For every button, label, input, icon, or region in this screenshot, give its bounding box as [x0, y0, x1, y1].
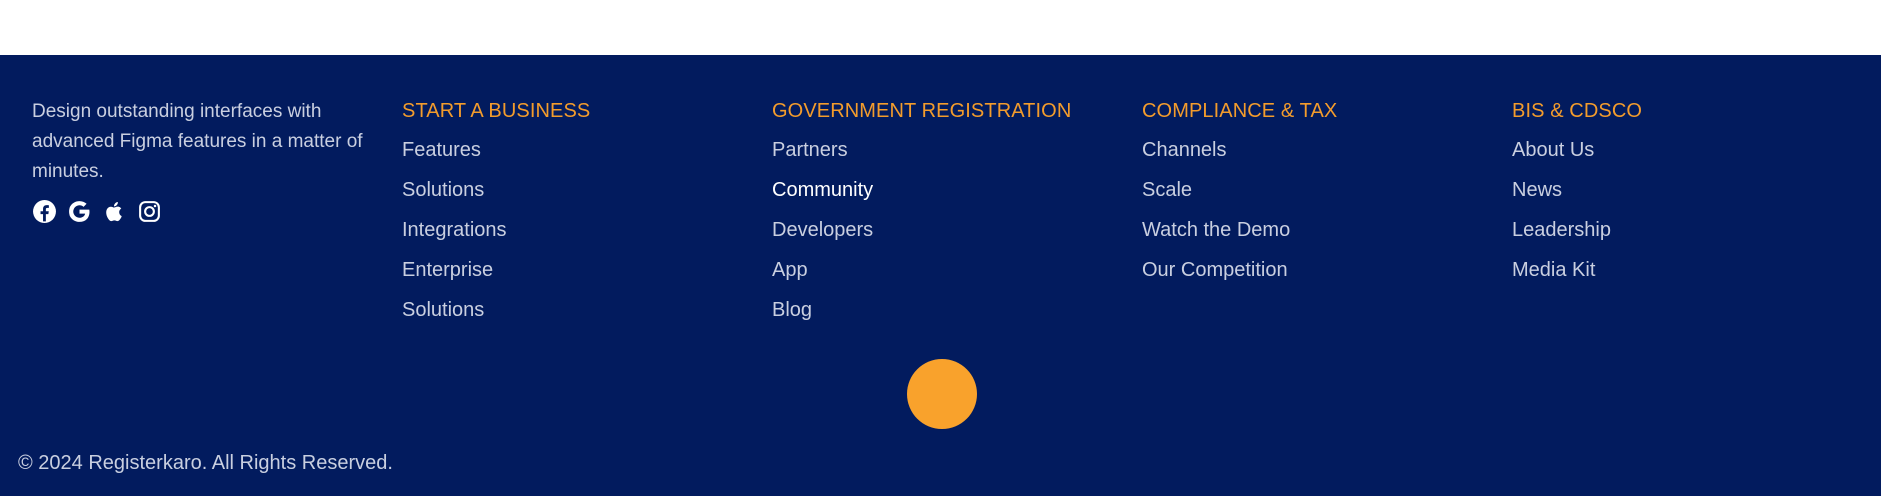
footer-about-text: Design outstanding interfaces with advan… — [32, 101, 363, 182]
google-icon[interactable] — [67, 199, 92, 224]
footer-link-enterprise[interactable]: Enterprise — [402, 259, 493, 281]
footer-link-media-kit[interactable]: Media Kit — [1512, 259, 1595, 281]
footer-link-solutions[interactable]: Solutions — [402, 179, 484, 201]
footer-link-scale[interactable]: Scale — [1142, 179, 1192, 201]
column-heading: GOVERNMENT REGISTRATION — [772, 100, 1072, 122]
facebook-icon[interactable] — [32, 199, 57, 224]
footer-link-partners[interactable]: Partners — [772, 139, 848, 161]
footer-column-bis-cdsco: BIS & CDSCO About Us News Leadership Med… — [1512, 97, 1642, 296]
floating-action-button[interactable] — [907, 359, 977, 429]
site-footer: Design outstanding interfaces with advan… — [0, 55, 1881, 496]
footer-link-app[interactable]: App — [772, 259, 808, 281]
footer-link-community[interactable]: Community — [772, 179, 873, 201]
column-heading: START A BUSINESS — [402, 100, 591, 122]
footer-link-blog[interactable]: Blog — [772, 299, 812, 321]
footer-column-compliance-tax: COMPLIANCE & TAX Channels Scale Watch th… — [1142, 97, 1337, 296]
column-heading: BIS & CDSCO — [1512, 100, 1643, 122]
footer-link-about-us[interactable]: About Us — [1512, 139, 1594, 161]
copyright-text: © 2024 Registerkaro. All Rights Reserved… — [18, 452, 393, 474]
column-heading: COMPLIANCE & TAX — [1142, 100, 1338, 122]
footer-column-government-registration: GOVERNMENT REGISTRATION Partners Communi… — [772, 97, 1071, 336]
footer-link-our-competition[interactable]: Our Competition — [1142, 259, 1288, 281]
footer-link-features[interactable]: Features — [402, 139, 481, 161]
footer-link-news[interactable]: News — [1512, 179, 1562, 201]
footer-link-integrations[interactable]: Integrations — [402, 219, 507, 241]
footer-link-solutions-2[interactable]: Solutions — [402, 299, 484, 321]
footer-link-channels[interactable]: Channels — [1142, 139, 1227, 161]
page-top-area — [0, 0, 1881, 55]
footer-link-leadership[interactable]: Leadership — [1512, 219, 1611, 241]
social-links — [32, 199, 162, 224]
footer-link-watch-demo[interactable]: Watch the Demo — [1142, 219, 1290, 241]
footer-column-start-business: START A BUSINESS Features Solutions Inte… — [402, 97, 590, 336]
instagram-icon[interactable] — [137, 199, 162, 224]
apple-icon[interactable] — [102, 199, 127, 224]
footer-link-developers[interactable]: Developers — [772, 219, 873, 241]
